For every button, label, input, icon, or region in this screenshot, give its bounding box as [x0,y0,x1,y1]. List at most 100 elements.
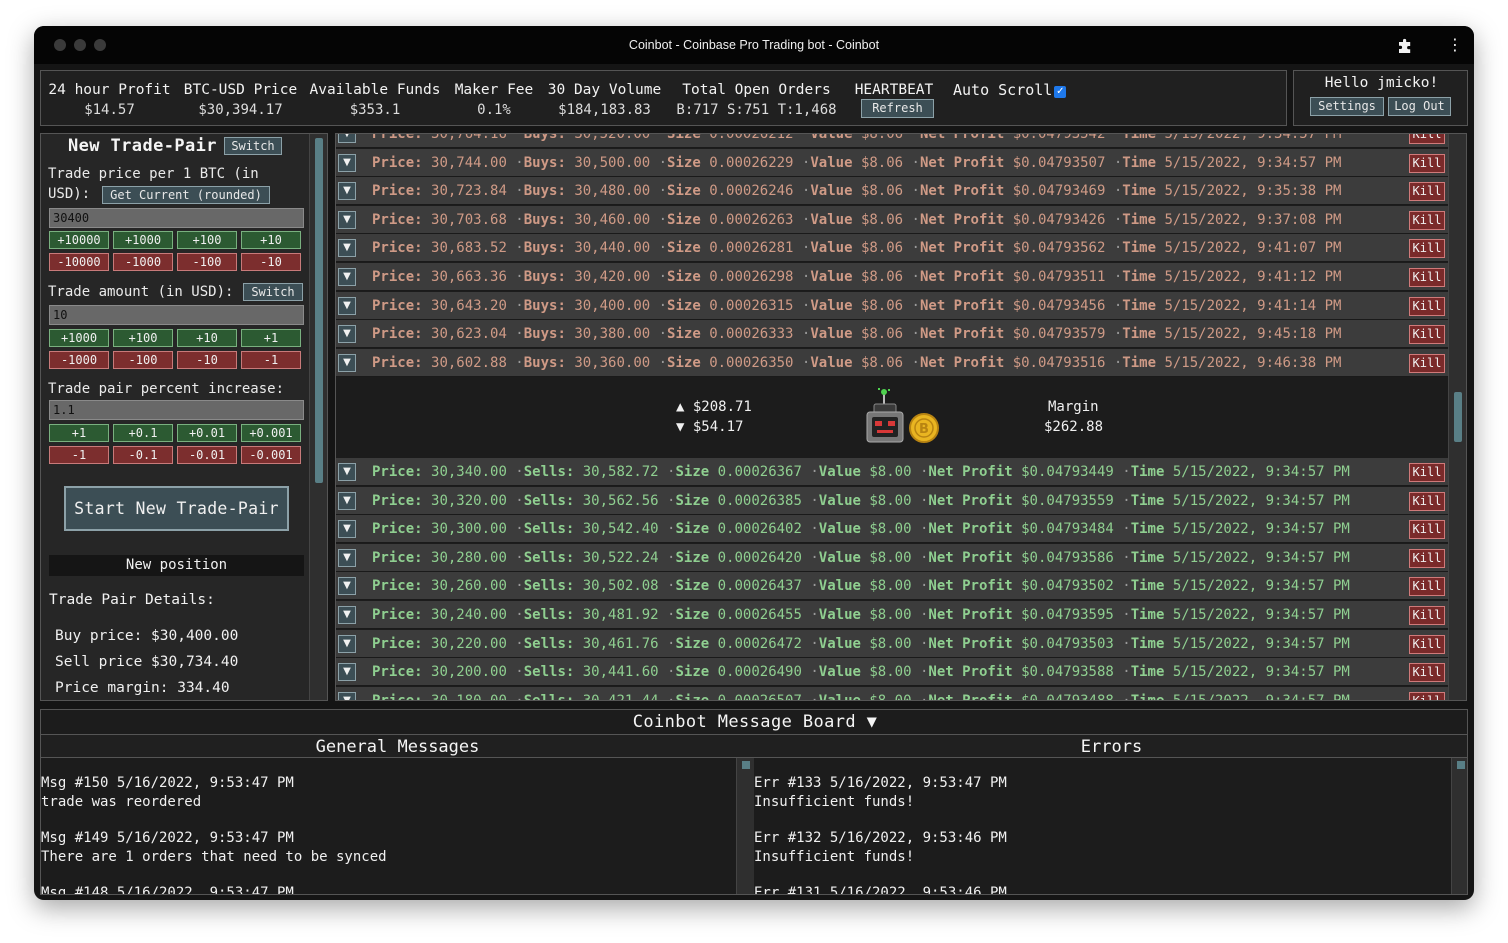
field-value: 0.00026490 [717,664,802,681]
switch-panel-button[interactable]: Switch [224,137,282,155]
kill-button[interactable]: Kill [1409,491,1445,511]
kill-button[interactable]: Kill [1409,520,1445,540]
checkbox-icon[interactable]: ✓ [1054,86,1067,98]
trade-row-text: Price: 30,220.00 ·Sells: 30,461.76 ·Size… [372,630,1350,658]
left-panel-scrollbar[interactable] [309,134,327,700]
chevron-down-icon[interactable]: ▼ [338,134,356,143]
chevron-down-icon[interactable]: ▼ [338,268,356,286]
price-input[interactable]: 30400 [49,208,304,228]
amount-minus-button[interactable]: -100 [113,351,173,369]
price-minus-button[interactable]: -10000 [49,253,109,271]
percent-minus-button[interactable]: -0.01 [177,446,237,464]
field-label: Sells: [523,521,575,538]
field-label: Buys: [523,154,566,171]
chevron-down-icon[interactable]: ▼ [338,691,356,700]
percent-plus-button[interactable]: +1 [49,424,109,442]
amount-plus-button[interactable]: +1000 [49,329,109,347]
percent-minus-button[interactable]: -0.1 [113,446,173,464]
amount-input[interactable]: 10 [49,305,304,325]
kill-button[interactable]: Kill [1409,239,1445,259]
amount-plus-button[interactable]: +10 [177,329,237,347]
kill-button[interactable]: Kill [1409,325,1445,345]
kill-button[interactable]: Kill [1409,463,1445,482]
chevron-down-icon[interactable]: ▼ [338,606,356,624]
trade-list-scrollbar[interactable] [1448,134,1466,700]
chevron-down-icon[interactable]: ▼ [338,463,356,481]
chevron-down-icon[interactable]: ▼ [338,325,356,344]
field-label: Price: [372,492,423,509]
amount-minus-button[interactable]: -1 [241,351,301,369]
price-plus-button[interactable]: +10000 [49,231,109,249]
chevron-down-icon[interactable]: ▼ [338,634,356,653]
separator: · [506,549,524,566]
chevron-down-icon[interactable]: ▼ [338,548,356,567]
amount-minus-button[interactable]: -10 [177,351,237,369]
general-messages-scrollbar[interactable] [736,758,754,894]
kill-button[interactable]: Kill [1409,634,1445,654]
price-plus-button[interactable]: +10 [241,231,301,249]
errors-scrollbar[interactable] [1451,758,1467,894]
puzzle-icon[interactable] [1396,37,1414,55]
auto-scroll-toggle[interactable]: Auto Scroll ✓ [953,79,1067,101]
separator: · [650,297,668,314]
percent-input[interactable]: 1.1 [49,400,304,420]
menu-icon[interactable]: ⋮ [1447,35,1463,54]
amount-minus-button[interactable]: -1000 [49,351,109,369]
percent-minus-button[interactable]: -1 [49,446,109,464]
kill-button[interactable]: Kill [1409,153,1445,173]
kill-button[interactable]: Kill [1409,577,1445,597]
kill-button[interactable]: Kill [1409,134,1445,144]
kill-button[interactable]: Kill [1409,663,1445,683]
price-plus-button[interactable]: +1000 [113,231,173,249]
field-value: 30,723.84 [431,183,507,200]
kill-button[interactable]: Kill [1409,296,1445,316]
field-label: Time [1122,240,1156,257]
amount-switch-button[interactable]: Switch [243,283,303,301]
new-position-heading: New position [49,555,304,576]
kill-button[interactable]: Kill [1409,606,1445,625]
field-value: $8.06 [860,269,904,285]
left-panel-scroll-thumb[interactable] [315,138,323,483]
chevron-down-icon[interactable]: ▼ [338,182,356,201]
price-minus-button[interactable]: -100 [177,253,237,271]
amount-plus-button[interactable]: +1 [241,329,301,347]
kill-button[interactable]: Kill [1409,182,1445,202]
chevron-down-icon[interactable]: ▼ [338,210,356,229]
field-label: Price: [372,664,423,681]
chevron-down-icon[interactable]: ▼ [338,153,356,172]
percent-plus-button[interactable]: +0.01 [177,424,237,442]
kill-button[interactable]: Kill [1409,210,1445,230]
get-current-price-button[interactable]: Get Current (rounded) [102,186,270,204]
kill-button[interactable]: Kill [1409,691,1445,700]
chevron-down-icon[interactable]: ▼ [338,491,356,510]
field-label: Size [675,521,710,538]
chevron-down-icon[interactable]: ▼ [338,520,356,539]
refresh-button[interactable]: Refresh [861,99,934,118]
message-board-title[interactable]: Coinbot Message Board ▼ [41,710,1467,734]
chevron-down-icon[interactable]: ▼ [338,296,356,315]
errors-scroll-thumb[interactable] [1457,761,1465,769]
start-trade-pair-button[interactable]: Start New Trade-Pair [64,486,289,531]
kill-button[interactable]: Kill [1409,268,1445,287]
percent-minus-button[interactable]: -0.001 [241,446,301,464]
message-header: Msg #150 5/16/2022, 9:53:47 PM [41,775,294,791]
field-label: Sells: [523,692,575,701]
trade-list-scroll-thumb[interactable] [1454,392,1462,442]
chevron-down-icon[interactable]: ▼ [338,353,356,372]
chevron-down-icon[interactable]: ▼ [338,663,356,682]
settings-button[interactable]: Settings [1310,97,1384,116]
separator: · [506,664,524,681]
percent-plus-button[interactable]: +0.001 [241,424,301,442]
logout-button[interactable]: Log Out [1388,97,1451,116]
price-minus-button[interactable]: -10 [241,253,301,271]
field-label: Size [675,692,710,701]
general-messages-scroll-thumb[interactable] [742,761,750,769]
kill-button[interactable]: Kill [1409,353,1445,373]
percent-plus-button[interactable]: +0.1 [113,424,173,442]
chevron-down-icon[interactable]: ▼ [338,577,356,596]
price-minus-button[interactable]: -1000 [113,253,173,271]
chevron-down-icon[interactable]: ▼ [338,239,356,258]
amount-plus-button[interactable]: +100 [113,329,173,347]
kill-button[interactable]: Kill [1409,548,1445,568]
price-plus-button[interactable]: +100 [177,231,237,249]
